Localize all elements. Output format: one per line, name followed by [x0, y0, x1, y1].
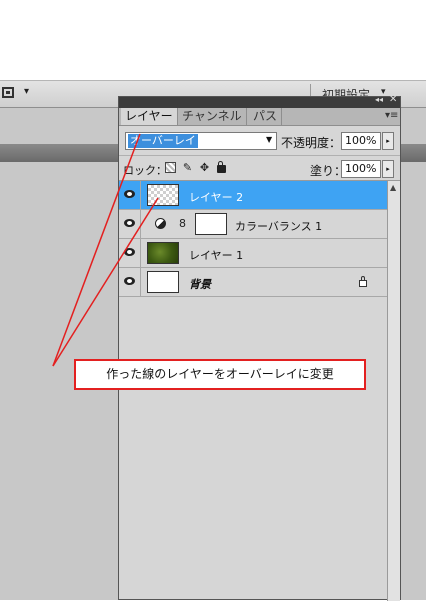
layer-row-background[interactable]: 背景 [119, 268, 387, 297]
lock-icon [359, 276, 367, 287]
visibility-toggle[interactable] [119, 181, 141, 209]
layer-thumbnail [147, 271, 179, 293]
lock-position-icon[interactable]: ✥ [199, 162, 210, 173]
visibility-toggle[interactable] [119, 239, 141, 267]
layer-name: 背景 [189, 278, 211, 291]
layer-name: レイヤー 2 [189, 191, 244, 204]
lock-transparency-icon[interactable] [165, 162, 176, 173]
chevron-down-icon[interactable]: ▼ [266, 135, 272, 144]
opacity-slider-button[interactable]: ▸ [382, 132, 394, 150]
layer-row-layer-2[interactable]: レイヤー 2 [119, 181, 387, 210]
layer-thumbnail [147, 184, 179, 206]
panel-menu-icon[interactable]: ▾≡ [385, 110, 398, 121]
annotation-callout: 作った線のレイヤーをオーバーレイに変更 [74, 359, 366, 390]
tab-layers[interactable]: レイヤー [121, 108, 178, 125]
visibility-toggle[interactable] [119, 268, 141, 296]
layer-thumbnail [147, 242, 179, 264]
eye-icon [124, 190, 135, 198]
layers-panel: ◂◂ ✕ レイヤー チャンネル パス ▾≡ オーバーレイ ▼ 不透明度： 100… [118, 94, 401, 601]
screen-mode-icon[interactable] [2, 87, 14, 98]
eye-icon [124, 277, 135, 285]
tab-channels[interactable]: チャンネル [178, 108, 247, 125]
layer-mask-thumbnail [195, 213, 227, 235]
lock-row: ロック： ✎ ✥ 塗り： 100% ▸ [119, 155, 400, 181]
eye-icon [124, 248, 135, 256]
close-icon[interactable]: ✕ [389, 94, 397, 105]
opacity-label: 不透明度： [281, 136, 342, 150]
fill-field[interactable]: 100% [341, 160, 381, 178]
lock-all-icon[interactable] [217, 161, 226, 173]
layers-scrollbar[interactable]: ▲ [387, 181, 400, 601]
panel-tab-strip: レイヤー チャンネル パス ▾≡ [119, 108, 400, 126]
visibility-toggle[interactable] [119, 210, 141, 238]
layer-row-color-balance[interactable]: 8 カラーバランス 1 [119, 210, 387, 239]
collapse-icon[interactable]: ◂◂ [375, 95, 383, 104]
layer-row-layer-1[interactable]: レイヤー 1 [119, 239, 387, 268]
blend-mode-select[interactable]: オーバーレイ ▼ [125, 132, 277, 150]
fill-slider-button[interactable]: ▸ [382, 160, 394, 178]
layer-name: カラーバランス 1 [235, 220, 323, 233]
layer-name: レイヤー 1 [189, 249, 244, 262]
panel-title-bar[interactable]: ◂◂ ✕ [119, 94, 400, 108]
opacity-field[interactable]: 100% [341, 132, 381, 150]
scroll-up-icon[interactable]: ▲ [390, 183, 396, 192]
screen-mode-dropdown-arrow[interactable]: ▾ [24, 86, 29, 97]
blend-mode-value: オーバーレイ [128, 134, 198, 148]
adjustment-layer-icon [155, 218, 166, 229]
link-icon[interactable]: 8 [179, 217, 186, 230]
lock-paint-icon[interactable]: ✎ [182, 162, 193, 173]
lock-label: ロック： [123, 164, 167, 177]
eye-icon [124, 219, 135, 227]
tab-paths[interactable]: パス [249, 108, 283, 125]
